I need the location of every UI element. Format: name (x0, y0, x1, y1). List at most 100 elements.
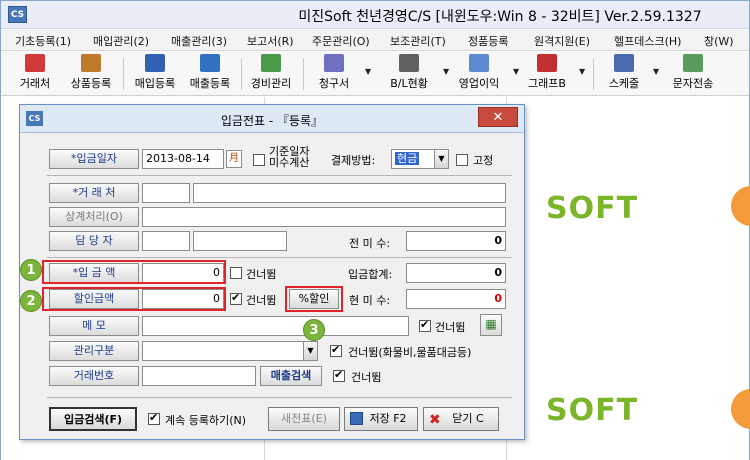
total-label: 입금합계: (348, 268, 393, 281)
offset-input[interactable] (142, 207, 506, 227)
category-skip-label: 건너뜀(화물비,물품대금등) (348, 346, 472, 359)
toolbar-separator (593, 58, 594, 90)
menu-auxiliary[interactable]: 보조관리(T) (390, 33, 446, 49)
trade-number-label[interactable]: 거래번호 (49, 366, 139, 386)
toolbar-label: 매입등록 (134, 77, 176, 90)
menu-orders[interactable]: 주문관리(O) (312, 33, 370, 49)
toolbar-separator (123, 58, 124, 90)
menu-remote-support[interactable]: 원격지원(E) (534, 33, 590, 49)
profit-icon (469, 54, 489, 72)
save-icon (350, 412, 363, 425)
calendar-icon[interactable]: 月 (226, 150, 242, 168)
menu-bar: 기초등록(1) 매입관리(2) 매출관리(3) 보고서(R) 주문관리(O) 보… (1, 30, 749, 51)
offset-button[interactable]: 상계처리(O) (49, 207, 139, 227)
close-button[interactable]: ✕ (478, 107, 518, 127)
payment-method-label: 결제방법: (331, 154, 376, 167)
memo-label[interactable]: 메 모 (49, 316, 139, 336)
calculator-icon[interactable]: ▦ (480, 314, 502, 336)
toolbar-label: 그래프B (528, 77, 566, 90)
toolbar-expense-button[interactable]: 경비관리 (245, 54, 297, 94)
customer-icon (25, 54, 45, 72)
continue-register-checkbox[interactable] (148, 411, 160, 425)
category-label[interactable]: 관리구분 (49, 341, 139, 361)
toolbar-separator (303, 58, 304, 90)
toolbar-product-button[interactable]: 상품등록 (65, 54, 117, 94)
menu-license[interactable]: 정품등록 (468, 33, 508, 49)
menu-window[interactable]: 창(W) (704, 33, 734, 49)
menu-helpdesk[interactable]: 헬프데스크(H) (614, 33, 681, 49)
toolbar-profit-button[interactable]: 영업이익 (451, 54, 507, 94)
category-select[interactable]: ▼ (142, 341, 318, 361)
toolbar-label: 매출등록 (189, 77, 231, 90)
toolbar-sales-button[interactable]: 매출등록 (183, 54, 237, 94)
chevron-down-icon[interactable]: ▼ (443, 67, 449, 76)
manager-label[interactable]: 담 당 자 (49, 231, 139, 251)
deposit-date-input[interactable]: 2013-08-14 (142, 149, 224, 169)
menu-basic-setup[interactable]: 기초등록(1) (15, 33, 71, 49)
dialog-title-bar[interactable]: CS 입금전표 - 『등록』 ✕ (20, 105, 524, 133)
customer-label[interactable]: *거 래 처 (49, 183, 139, 203)
chevron-down-icon[interactable]: ▼ (365, 67, 371, 76)
highlight-box-amount (42, 260, 226, 284)
toolbar-purchase-button[interactable]: 매입등록 (129, 54, 181, 94)
toolbar-bl-status-button[interactable]: B/L현황 (381, 54, 437, 94)
close-dialog-button[interactable]: ✖ 닫기 C (423, 407, 499, 431)
chevron-down-icon[interactable]: ▼ (303, 342, 317, 360)
menu-purchase[interactable]: 매입관리(2) (93, 33, 149, 49)
save-label: 저장 F2 (369, 412, 407, 425)
background-logo: SOFT (546, 393, 639, 428)
manager-name-input[interactable] (193, 231, 287, 251)
trade-skip-label: 건너뜀 (351, 371, 382, 384)
trade-skip-checkbox[interactable] (333, 368, 345, 382)
purchase-icon (145, 54, 165, 72)
dialog-title: 입금전표 - 『등록』 (220, 114, 324, 128)
deposit-date-label[interactable]: *입금일자 (49, 149, 139, 169)
toolbar-label: B/L현황 (390, 77, 428, 90)
manager-code-input[interactable] (142, 231, 190, 251)
bar-chart-icon (537, 54, 557, 72)
annotation-badge-3: 3 (303, 319, 325, 341)
continue-register-label: 계속 등록하기(N) (165, 414, 247, 427)
schedule-icon (614, 54, 634, 72)
app-title: 미진Soft 천년경영C/S [내윈도우:Win 8 - 32비트] Ver.2… (298, 9, 702, 25)
chevron-down-icon[interactable]: ▼ (513, 67, 519, 76)
base-date-label: 기준일자 미수계산 (269, 146, 309, 168)
sales-icon (200, 54, 220, 72)
base-date-label-line-2: 미수계산 (269, 156, 310, 169)
chevron-down-icon[interactable]: ▼ (653, 67, 659, 76)
discount-skip-checkbox[interactable] (230, 291, 242, 305)
divider (47, 397, 512, 398)
expense-icon (261, 54, 281, 72)
calendar-icon (399, 54, 419, 72)
chevron-down-icon[interactable]: ▼ (579, 67, 585, 76)
toolbar-invoice-button[interactable]: 청구서 (311, 54, 357, 94)
close-icon: ✖ (429, 412, 441, 428)
chevron-down-icon[interactable]: ▼ (434, 150, 448, 168)
amount-skip-label: 건너뜀 (246, 268, 277, 281)
fixed-checkbox[interactable] (456, 154, 468, 166)
memo-skip-checkbox[interactable] (419, 318, 431, 332)
payment-method-select[interactable]: 현금 ▼ (391, 149, 449, 169)
toolbar-label: 영업이익 (458, 77, 500, 90)
sales-search-button[interactable]: 매출검색 (260, 366, 322, 386)
toolbar-label: 상품등록 (70, 77, 112, 90)
save-button[interactable]: 저장 F2 (344, 407, 418, 431)
close-label: 닫기 C (452, 412, 484, 425)
menu-sales[interactable]: 매출관리(3) (171, 33, 227, 49)
toolbar-schedule-button[interactable]: 스케줄 (599, 54, 649, 94)
customer-name-input[interactable] (193, 183, 506, 203)
base-date-checkbox[interactable] (253, 154, 265, 166)
deposit-search-button[interactable]: 입금검색(F) (49, 407, 137, 431)
amount-skip-checkbox[interactable] (230, 267, 242, 279)
memo-input[interactable] (142, 316, 409, 336)
category-skip-checkbox[interactable] (330, 343, 342, 357)
customer-code-input[interactable] (142, 183, 190, 203)
payment-method-value: 현금 (395, 152, 420, 165)
invoice-icon (324, 54, 344, 72)
toolbar-customer-button[interactable]: 거래처 (13, 54, 57, 94)
menu-reports[interactable]: 보고서(R) (247, 33, 294, 49)
new-slip-button[interactable]: 새전표(E) (268, 407, 340, 431)
toolbar-sms-button[interactable]: 문자전송 (665, 54, 721, 94)
trade-number-input[interactable] (142, 366, 256, 386)
toolbar-graph-button[interactable]: 그래프B (521, 54, 573, 94)
